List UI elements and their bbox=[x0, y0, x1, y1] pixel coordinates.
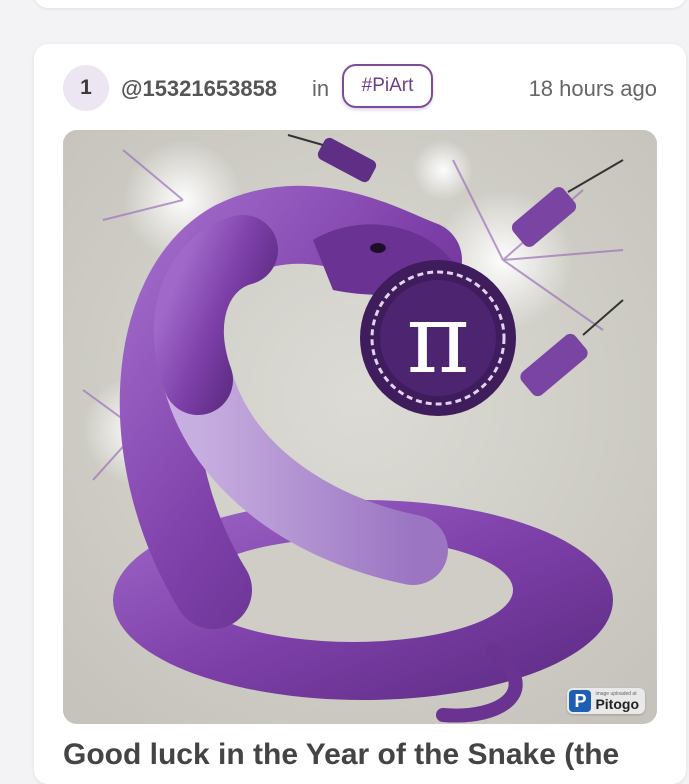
sparkle bbox=[413, 140, 473, 200]
pitogo-badge[interactable]: P image uploaded at Pitogo bbox=[567, 688, 645, 714]
previous-card bbox=[34, 0, 686, 8]
post-image[interactable]: π P image uploaded at Pitogo bbox=[63, 130, 657, 724]
badge-brand: Pitogo bbox=[595, 695, 639, 712]
pitogo-logo-icon: P bbox=[569, 690, 592, 712]
post-header: 1 @15321653858 in #PiArt 18 hours ago bbox=[63, 64, 657, 112]
pi-symbol: π bbox=[406, 283, 469, 395]
post-card[interactable]: 1 @15321653858 in #PiArt 18 hours ago π … bbox=[34, 44, 686, 784]
post-title[interactable]: Good luck in the Year of the Snake (the bbox=[63, 738, 663, 772]
pi-coin: π bbox=[360, 260, 516, 416]
post-timestamp: 18 hours ago bbox=[528, 76, 657, 101]
in-label: in bbox=[312, 76, 330, 101]
rank-badge: 1 bbox=[63, 65, 109, 111]
snake-illustration: π bbox=[63, 130, 657, 724]
tag-chip[interactable]: #PiArt bbox=[342, 64, 433, 108]
author-link[interactable]: @15321653858 bbox=[121, 76, 277, 102]
